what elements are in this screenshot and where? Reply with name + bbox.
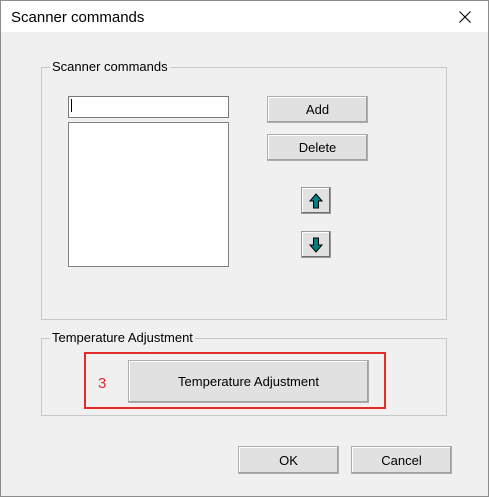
command-list[interactable] bbox=[68, 122, 229, 267]
annotation-highlight-box bbox=[84, 352, 386, 409]
delete-button[interactable]: Delete bbox=[267, 134, 368, 161]
command-input[interactable] bbox=[68, 96, 229, 118]
ok-button[interactable]: OK bbox=[238, 446, 339, 474]
command-input-wrapper bbox=[68, 96, 229, 118]
arrow-down-icon bbox=[309, 237, 323, 253]
arrow-up-icon bbox=[309, 192, 323, 208]
scanner-commands-legend: Scanner commands bbox=[50, 59, 170, 74]
title-bar: Scanner commands bbox=[1, 1, 488, 32]
close-button[interactable] bbox=[442, 1, 488, 32]
scanner-commands-dialog: Scanner commands Scanner commands Add De… bbox=[0, 0, 489, 497]
close-icon bbox=[459, 10, 471, 23]
move-up-button[interactable] bbox=[301, 187, 331, 214]
temperature-adjustment-legend: Temperature Adjustment bbox=[50, 330, 195, 345]
cancel-button[interactable]: Cancel bbox=[351, 446, 452, 474]
window-title: Scanner commands bbox=[11, 9, 145, 26]
annotation-step-number: 3 bbox=[98, 375, 107, 392]
move-down-button[interactable] bbox=[301, 231, 331, 258]
add-button[interactable]: Add bbox=[267, 96, 368, 123]
text-caret bbox=[71, 99, 72, 112]
